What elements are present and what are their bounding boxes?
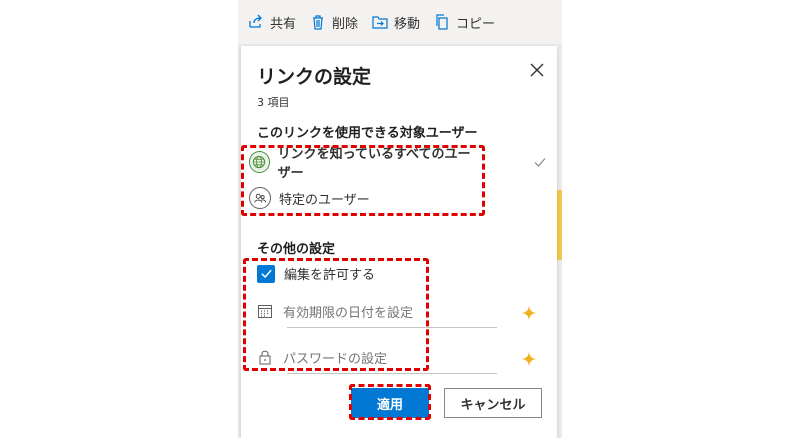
copy-label: コピー [456,16,496,32]
audience-option-anyone[interactable]: リンクを知っているすべてのユーザー [249,146,481,181]
move-button[interactable]: 移動 [372,13,420,32]
copy-button[interactable]: コピー [434,13,495,32]
delete-button[interactable]: 削除 [310,13,358,32]
audience-option-specific-people[interactable]: 特定のユーザー [249,182,481,214]
command-bar: 共有 削除 移動 コピー [238,0,562,44]
panel-title: リンクの設定 [257,66,372,88]
move-label: 移動 [394,16,421,32]
other-settings-heading: その他の設定 [257,242,336,257]
checkbox-checked-icon [257,264,275,283]
audience-heading: このリンクを使用できる対象ユーザー [257,126,478,141]
expiry-date-input[interactable] [283,305,483,321]
close-icon [530,63,544,77]
background-accent [557,190,562,260]
item-count: 3 項目 [257,96,290,109]
field-underline [287,373,497,374]
calendar-icon [257,303,273,323]
link-settings-panel: リンクの設定 3 項目 このリンクを使用できる対象ユーザー リンクを知っているす… [241,46,557,438]
expiry-date-field [257,298,537,328]
premium-sparkle-icon [521,351,537,367]
audience-option-label: 特定のユーザー [279,192,370,208]
share-icon [249,14,262,28]
share-label: 共有 [270,16,297,32]
apply-button[interactable]: 適用 [351,388,429,418]
folder-move-icon [372,16,388,29]
delete-label: 削除 [332,16,359,32]
globe-icon [249,151,270,173]
field-underline [287,327,497,328]
password-field [257,344,537,374]
allow-edit-checkbox[interactable]: 編集を許可する [257,264,375,283]
selected-check-icon [533,154,547,168]
cancel-button[interactable]: キャンセル [444,388,542,418]
share-button[interactable]: 共有 [248,13,296,32]
trash-icon [313,15,324,30]
premium-sparkle-icon [521,305,537,321]
password-input[interactable] [283,351,483,367]
lock-icon [257,349,273,369]
allow-edit-label: 編集を許可する [284,268,376,283]
people-icon [249,187,271,209]
audience-option-label: リンクを知っているすべてのユーザー [277,147,471,181]
copy-icon [436,14,448,30]
close-button[interactable] [525,58,549,82]
